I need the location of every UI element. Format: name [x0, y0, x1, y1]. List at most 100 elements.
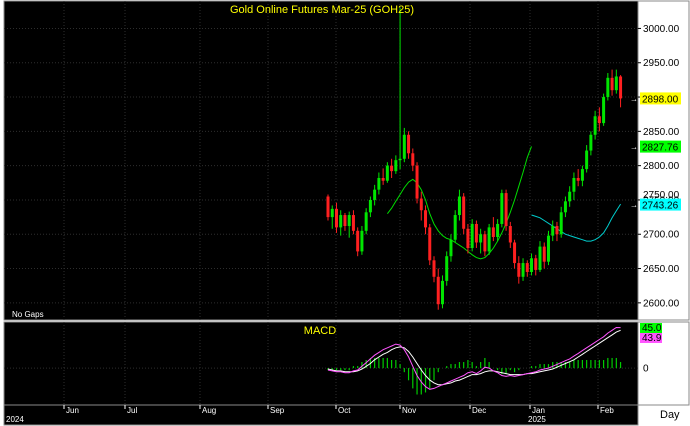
candle-body [457, 196, 461, 216]
candle-body [563, 201, 567, 213]
candle-body [402, 134, 406, 159]
candle-body [407, 134, 411, 154]
price-axis-label: 2950.00 [643, 58, 680, 69]
candle-body [377, 177, 381, 190]
price-last-value-badge-arrow: → [630, 201, 638, 210]
candle-body [551, 226, 555, 236]
candle-body [330, 208, 334, 218]
month-label: Nov [402, 406, 416, 415]
candle-body [415, 165, 419, 199]
candle-body [496, 223, 500, 237]
candle-body [419, 198, 423, 211]
macd-axis-label: 0 [643, 364, 649, 375]
candle-body [487, 227, 491, 252]
candle-body [453, 215, 457, 240]
candle-body [373, 189, 377, 200]
candle-body [597, 116, 601, 124]
price-axis-label: 2700.00 [643, 230, 680, 241]
candle-body [508, 226, 512, 243]
price-axis-label: 2650.00 [643, 264, 680, 275]
period-label: Day [660, 409, 680, 421]
candle-body [483, 234, 487, 252]
candle-body [390, 165, 394, 172]
month-label: Jul [127, 406, 137, 415]
candle-body [432, 260, 436, 277]
candle-body [572, 177, 576, 192]
month-label: Aug [202, 406, 216, 415]
candle-body [491, 227, 495, 237]
candle-body [513, 242, 517, 264]
candle-body [606, 77, 610, 98]
candle-body [619, 76, 623, 99]
candle-body [347, 215, 351, 227]
candle-body [351, 215, 355, 231]
macd-last-value-text: 43.9 [642, 333, 662, 344]
candle-body [602, 97, 606, 124]
price-last-value-badge-text: 2743.26 [642, 201, 679, 212]
price-last-value-badge-text: 2898.00 [642, 94, 679, 105]
candle-body [424, 210, 428, 228]
candle-body [368, 199, 372, 213]
price-axis-label: 2850.00 [643, 127, 680, 138]
chart-root: 2600.002650.002700.002750.002800.002850.… [0, 0, 690, 426]
candle-body [440, 280, 444, 305]
month-label: Dec [472, 406, 486, 415]
month-label: Jan [532, 406, 545, 415]
candle-body [339, 215, 343, 228]
macd-title: MACD [304, 325, 336, 337]
candle-body [326, 196, 330, 218]
year-label: 2025 [528, 415, 546, 424]
no-gaps-note: No Gaps [12, 310, 44, 319]
candle-body [521, 263, 525, 277]
candle-body [411, 153, 415, 166]
candle-body [474, 223, 478, 243]
price-axis-label: 2800.00 [643, 161, 680, 172]
candle-body [479, 234, 483, 243]
month-label: Jun [66, 406, 79, 415]
candle-body [360, 230, 364, 252]
candle-body [334, 208, 338, 228]
candle-body [576, 177, 580, 181]
candle-body [356, 230, 360, 252]
candle-body [385, 165, 389, 181]
candle-body [555, 226, 559, 235]
candle-body [398, 158, 402, 161]
candle-body [462, 196, 466, 229]
candle-body [436, 276, 440, 305]
candle-body [517, 263, 521, 277]
month-label: Oct [338, 406, 351, 415]
candle-body [466, 228, 470, 248]
candle-body [580, 169, 584, 181]
candle-body [568, 191, 572, 202]
candle-body [585, 150, 589, 170]
month-label: Sep [270, 406, 285, 415]
candle-body [343, 215, 347, 227]
macd-axis-layer: 0 [643, 364, 649, 375]
candle-body [449, 239, 453, 257]
candle-body [589, 134, 593, 151]
year-label: 2024 [6, 415, 24, 424]
candle-body [593, 116, 597, 135]
month-label: Feb [600, 406, 614, 415]
candle-body [504, 193, 508, 227]
chart-title: Gold Online Futures Mar-25 (GOH25) [230, 4, 414, 16]
candle-body [610, 77, 614, 91]
price-axis-layer: 2600.002650.002700.002750.002800.002850.… [638, 24, 680, 309]
price-axis-label: 2600.00 [643, 298, 680, 309]
candle-body [445, 256, 449, 281]
price-last-value-badge-text: 2827.76 [642, 143, 679, 154]
candle-body [428, 227, 432, 261]
price-panel[interactable] [3, 0, 639, 321]
candle-body [542, 246, 546, 262]
candle-body [534, 258, 538, 270]
price-last-value-badge-arrow: → [630, 143, 638, 152]
candle-body [530, 258, 534, 272]
candle-body [546, 235, 550, 262]
candle-body [500, 193, 504, 224]
candle-body [614, 76, 618, 91]
candle-body [470, 223, 474, 248]
candle-body [364, 212, 368, 231]
price-axis-label: 3000.00 [643, 24, 680, 35]
candle-body [559, 212, 563, 235]
candle-body [381, 177, 385, 181]
